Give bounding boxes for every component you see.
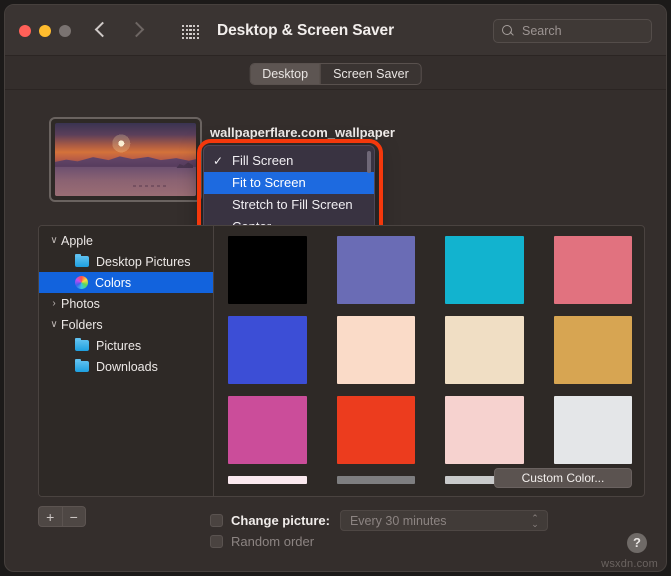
color-wheel-icon	[75, 276, 88, 289]
color-swatch[interactable]	[553, 236, 632, 304]
folder-icon	[75, 337, 89, 351]
menu-item-stretch-to-fill-screen[interactable]: Stretch to Fill Screen	[204, 194, 374, 216]
minimize-button[interactable]	[39, 25, 51, 37]
add-remove-folder-control: + −	[38, 506, 86, 527]
sidebar-item-colors[interactable]: Colors	[39, 272, 213, 293]
tab-group: Desktop Screen Saver	[249, 63, 422, 85]
search-placeholder: Search	[522, 24, 562, 38]
menu-scrollbar[interactable]	[367, 151, 371, 173]
sidebar-item-label: Apple	[61, 233, 93, 248]
sidebar-item-folders[interactable]: ∨ Folders	[39, 314, 213, 335]
menu-item-fill-screen[interactable]: Fill Screen	[204, 150, 374, 172]
forward-arrow-icon	[129, 19, 141, 41]
color-swatch[interactable]	[336, 316, 415, 384]
show-all-grid-icon[interactable]	[182, 25, 199, 39]
sidebar-item-photos[interactable]: › Photos	[39, 293, 213, 314]
page-title: Desktop & Screen Saver	[217, 22, 394, 39]
color-swatch[interactable]	[445, 236, 524, 304]
color-swatch[interactable]	[445, 316, 524, 384]
sidebar-item-label: Desktop Pictures	[96, 254, 191, 269]
sidebar-item-label: Photos	[61, 296, 100, 311]
color-swatch[interactable]	[228, 396, 307, 464]
random-order-row: Random order	[210, 534, 314, 549]
change-picture-label: Change picture:	[231, 513, 330, 528]
change-interval-value: Every 30 minutes	[349, 514, 447, 528]
wallpaper-preview-thumbnail[interactable]	[49, 117, 202, 202]
remove-folder-button[interactable]: −	[61, 507, 86, 526]
color-swatch[interactable]	[228, 236, 307, 304]
sidebar-item-label: Folders	[61, 317, 103, 332]
watermark-text: wsxdn.com	[601, 558, 658, 570]
wallpaper-name-label: wallpaperflare.com_wallpaper	[210, 125, 395, 140]
back-arrow-icon[interactable]	[95, 19, 107, 41]
change-picture-checkbox[interactable]	[210, 514, 223, 527]
chevron-up-down-icon: ⌃ ⌄	[531, 513, 539, 529]
change-picture-row: Change picture: Every 30 minutes ⌃ ⌄	[210, 510, 548, 531]
close-button[interactable]	[19, 25, 31, 37]
menu-item-fit-to-screen[interactable]: Fit to Screen	[204, 172, 374, 194]
water-ripples	[132, 184, 170, 187]
add-folder-button[interactable]: +	[39, 507, 62, 526]
search-icon	[502, 25, 515, 38]
mountain-silhouette	[55, 156, 196, 167]
sidebar-item-pictures[interactable]: Pictures	[39, 335, 213, 356]
navigation-arrows	[95, 19, 141, 41]
folder-icon	[75, 253, 89, 267]
color-swatch[interactable]	[228, 476, 307, 484]
sidebar-item-label: Downloads	[96, 359, 158, 374]
help-button[interactable]: ?	[627, 533, 647, 553]
sidebar-item-desktop-pictures[interactable]: Desktop Pictures	[39, 251, 213, 272]
sidebar-item-label: Colors	[95, 275, 132, 290]
title-bar: Desktop & Screen Saver Search	[5, 5, 666, 56]
disclosure-triangle-icon[interactable]: ›	[47, 298, 61, 309]
water-reflection	[55, 166, 196, 196]
search-input[interactable]: Search	[493, 19, 652, 43]
color-swatch[interactable]	[336, 476, 415, 484]
tab-bar: Desktop Screen Saver	[5, 56, 666, 90]
wallpaper-preview-image	[55, 123, 196, 196]
traffic-lights	[19, 25, 71, 37]
color-swatch[interactable]	[228, 316, 307, 384]
color-swatch[interactable]	[336, 396, 415, 464]
disclosure-triangle-icon[interactable]: ∨	[47, 235, 61, 246]
color-swatch[interactable]	[553, 316, 632, 384]
color-grid	[228, 236, 632, 484]
random-order-label: Random order	[231, 534, 315, 549]
sidebar-item-downloads[interactable]: Downloads	[39, 356, 213, 377]
color-swatch[interactable]	[336, 236, 415, 304]
color-swatch[interactable]	[553, 396, 632, 464]
sidebar-item-apple[interactable]: ∨ Apple	[39, 230, 213, 251]
tab-screen-saver[interactable]: Screen Saver	[320, 64, 421, 84]
system-preferences-window: Desktop & Screen Saver Search Desktop Sc…	[4, 4, 667, 572]
content-panel: ∨ Apple Desktop Pictures Colors › Photos…	[38, 225, 645, 497]
custom-color-button[interactable]: Custom Color...	[494, 468, 632, 488]
color-grid-container: Custom Color...	[214, 226, 644, 496]
folder-icon	[75, 358, 89, 372]
color-swatch[interactable]	[445, 396, 524, 464]
source-sidebar: ∨ Apple Desktop Pictures Colors › Photos…	[39, 226, 214, 496]
tab-desktop[interactable]: Desktop	[250, 64, 321, 84]
disclosure-triangle-icon[interactable]: ∨	[47, 319, 61, 330]
zoom-button	[59, 25, 71, 37]
change-interval-select[interactable]: Every 30 minutes ⌃ ⌄	[339, 510, 548, 531]
sidebar-item-label: Pictures	[96, 338, 142, 353]
random-order-checkbox	[210, 535, 223, 548]
